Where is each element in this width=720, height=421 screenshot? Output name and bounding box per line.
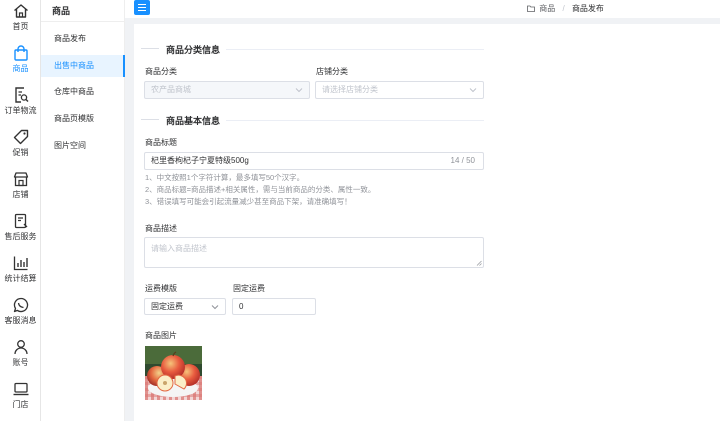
goods-title-value: 杞里香枸杞子宁夏特级500g (151, 156, 249, 165)
rail-item-label: 首页 (12, 22, 29, 31)
section-divider (226, 49, 484, 50)
tag-icon (13, 129, 28, 145)
goods-title-input[interactable]: 杞里香枸杞子宁夏特级500g 14 / 50 (144, 152, 484, 170)
goods-image-thumbnail[interactable] (145, 346, 202, 400)
category-section-title: 商品分类信息 (140, 45, 221, 55)
rail-item-outlet[interactable]: 门店 (0, 380, 41, 420)
rail-item-label: 商品 (12, 64, 29, 73)
submenu-item-publish[interactable]: 商品发布 (41, 28, 125, 50)
rail-item-label: 客服消息 (4, 316, 37, 325)
goods-images-label: 商品图片 (145, 331, 177, 340)
freight-template-label: 运费模版 (145, 284, 177, 293)
submenu-title: 商品 (52, 6, 71, 16)
chevron-down-icon (211, 305, 219, 310)
submenu-item-page-template[interactable]: 商品页模版 (41, 108, 125, 130)
goods-title-hint-2: 2、商品标题=商品描述+相关属性，需与当前商品的分类、属性一致。 (145, 185, 376, 194)
folder-icon (527, 5, 535, 12)
goods-title-hint-3: 3、错误填写可能会引起流量减少甚至商品下架，请准确填写！ (145, 197, 352, 206)
goods-desc-textarea[interactable]: 请输入商品描述 (144, 237, 484, 268)
rail-item-account[interactable]: 账号 (0, 338, 41, 378)
apple-photo (145, 346, 202, 400)
rail-item-label: 账号 (12, 358, 29, 367)
goods-title-char-count: 14 / 50 (450, 156, 475, 165)
rail-item-goods[interactable]: 商品 (0, 44, 41, 84)
rail-item-orders[interactable]: 订单物流 (0, 86, 41, 126)
submenu-divider (41, 21, 125, 22)
fixed-freight-label: 固定运费 (233, 284, 265, 293)
goods-title-label: 商品标题 (145, 138, 177, 147)
submenu-item-image-space[interactable]: 图片空间 (41, 135, 125, 157)
menu-toggle-button[interactable] (134, 0, 150, 15)
store-category-select[interactable]: 请选择店铺分类 (315, 81, 484, 99)
rail-item-after-sales[interactable]: 售后服务 (0, 212, 41, 252)
primary-nav-rail: 首页 商品 订单物流 促销 店铺 售后服务 统计结算 客服消息 账号 门店 (0, 0, 41, 421)
rail-item-store[interactable]: 店铺 (0, 170, 41, 210)
rail-item-label: 售后服务 (4, 232, 37, 241)
goods-category-select: 农产品商城 (144, 81, 310, 99)
chevron-down-icon (295, 88, 303, 93)
rail-item-home[interactable]: 首页 (0, 2, 41, 42)
breadcrumb: 商品 / 商品发布 (527, 3, 604, 14)
breadcrumb-current: 商品发布 (571, 4, 604, 13)
rail-item-statistics[interactable]: 统计结算 (0, 254, 41, 294)
goods-desc-placeholder: 请输入商品描述 (151, 244, 207, 253)
freight-template-select[interactable]: 固定运费 (144, 298, 226, 315)
goods-title-hint-1: 1、中文按照1个字符计算，最多填写50个汉字。 (145, 173, 305, 182)
rail-item-label: 店铺 (12, 190, 29, 199)
resize-handle-icon[interactable] (476, 260, 482, 266)
fixed-freight-value: 0 (239, 302, 244, 311)
goods-submenu: 商品 商品发布 出售中商品 仓库中商品 商品页模版 图片空间 (41, 0, 125, 421)
store-icon (13, 172, 28, 187)
submenu-item-warehouse[interactable]: 仓库中商品 (41, 81, 125, 103)
laptop-icon (13, 382, 28, 396)
chat-bubble-icon (13, 297, 28, 313)
goods-category-label: 商品分类 (145, 67, 177, 76)
rail-item-label: 订单物流 (4, 106, 37, 115)
rail-item-label: 统计结算 (4, 274, 37, 283)
goods-category-value: 农产品商城 (151, 85, 191, 94)
order-search-icon (14, 87, 28, 103)
basic-section-title: 商品基本信息 (140, 116, 221, 126)
home-icon (13, 4, 28, 18)
goods-desc-label: 商品描述 (145, 224, 177, 233)
hamburger-icon (138, 4, 146, 6)
bar-chart-icon (13, 256, 28, 271)
rail-item-promotion[interactable]: 促销 (0, 128, 41, 168)
top-header: 商品 / 商品发布 (125, 0, 720, 18)
rail-item-label: 促销 (12, 148, 29, 157)
breadcrumb-parent[interactable]: 商品 (539, 4, 555, 13)
submenu-item-on-sale[interactable]: 出售中商品 (41, 55, 125, 77)
shopping-bag-icon (13, 45, 28, 61)
rail-item-customer-service[interactable]: 客服消息 (0, 296, 41, 336)
breadcrumb-separator: / (562, 4, 565, 13)
fixed-freight-input[interactable]: 0 (232, 298, 316, 315)
chevron-down-icon (469, 88, 477, 93)
section-divider (226, 120, 484, 121)
rail-item-label: 门店 (12, 400, 29, 409)
service-doc-icon (14, 213, 27, 229)
store-category-placeholder: 请选择店铺分类 (322, 85, 378, 94)
freight-template-value: 固定运费 (151, 302, 183, 311)
goods-form-panel: 商品分类信息 商品分类 农产品商城 店铺分类 请选择店铺分类 商品基本信息 商品… (134, 24, 720, 421)
user-icon (13, 340, 28, 355)
app-root: 首页 商品 订单物流 促销 店铺 售后服务 统计结算 客服消息 账号 门店 商品… (0, 0, 720, 421)
store-category-label: 店铺分类 (316, 67, 348, 76)
